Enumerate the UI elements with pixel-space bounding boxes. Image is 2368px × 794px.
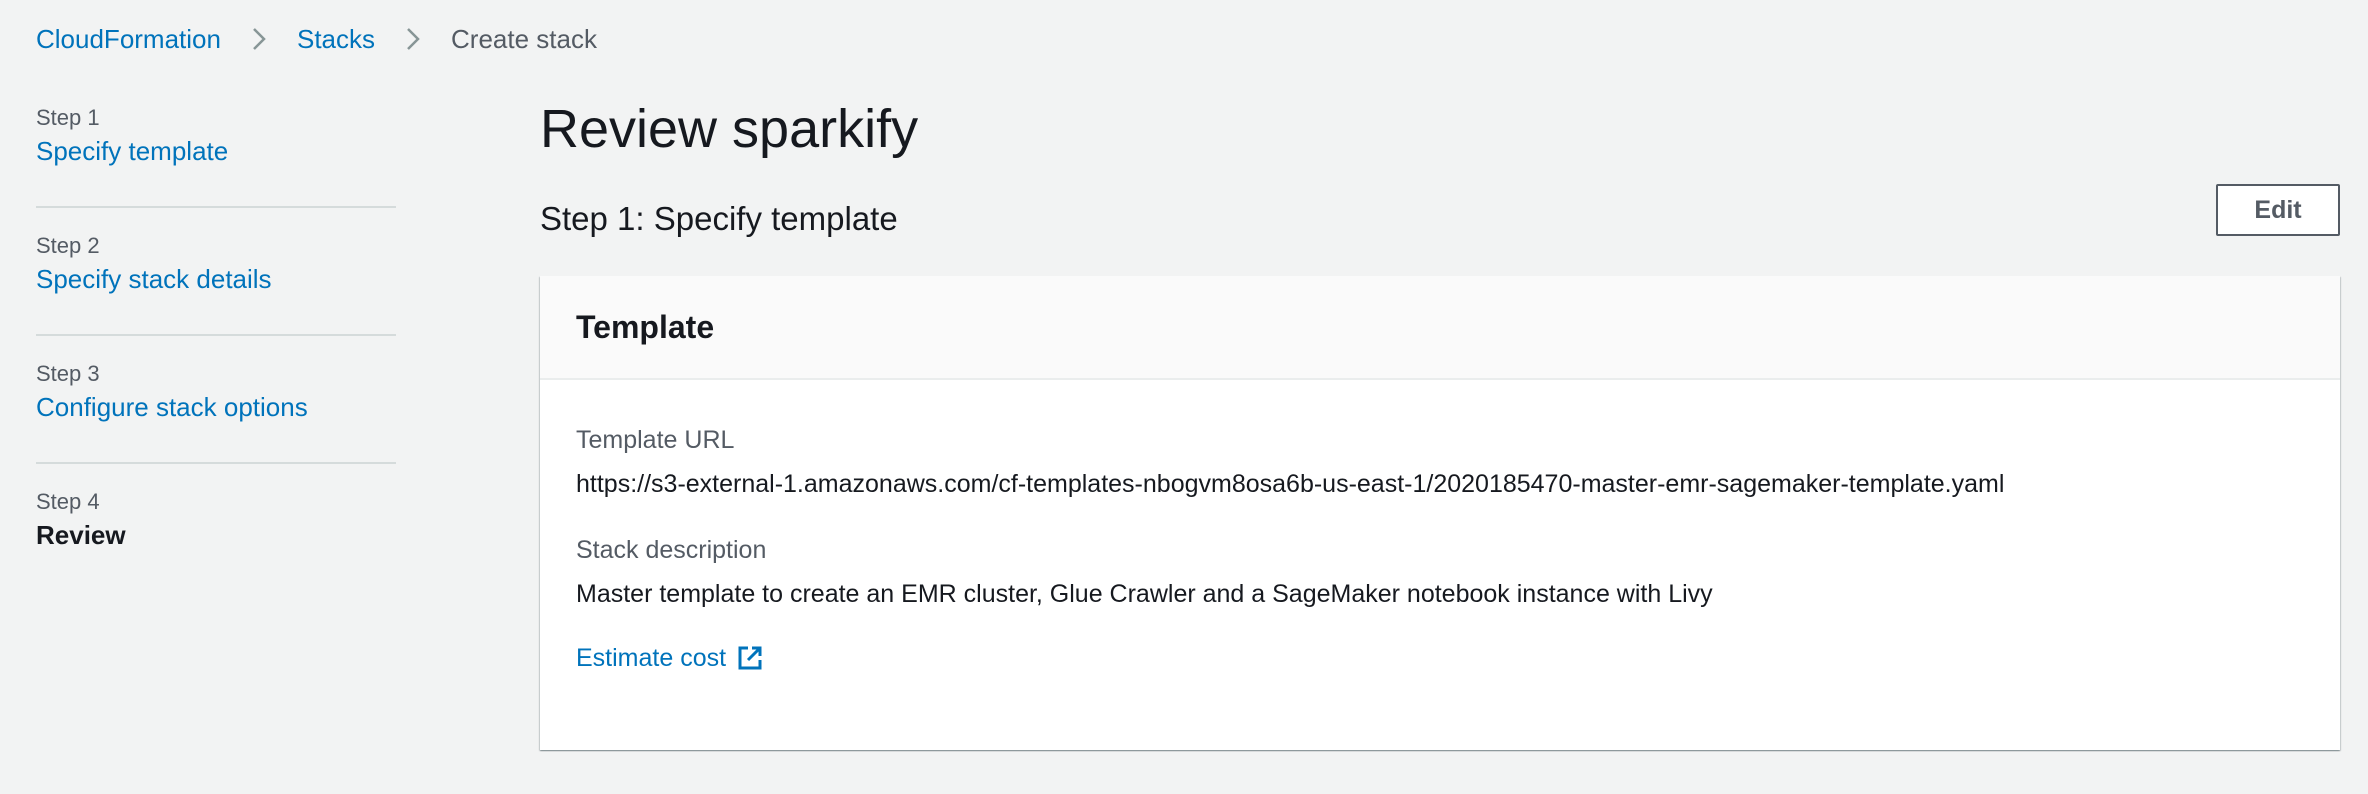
step-link-configure-stack-options[interactable]: Configure stack options [36, 390, 396, 424]
breadcrumb-current: Create stack [451, 24, 597, 54]
edit-button[interactable]: Edit [2216, 184, 2340, 236]
template-url-label: Template URL [576, 426, 735, 454]
step-link-specify-stack-details[interactable]: Specify stack details [36, 262, 396, 296]
chevron-right-icon [241, 22, 277, 56]
section-title: Step 1: Specify template [540, 200, 898, 237]
estimate-cost-label: Estimate cost [576, 644, 727, 672]
step-number: Step 4 [36, 489, 100, 514]
container-title: Template [576, 308, 715, 345]
wizard-step-2: Step 2 Specify stack details [36, 232, 396, 336]
step-current-review: Review [36, 520, 126, 550]
step-number: Step 3 [36, 361, 100, 386]
breadcrumb: CloudFormation Stacks Create stack [36, 22, 597, 56]
template-container: Template Template URL https://s3-externa… [540, 276, 2340, 750]
stack-description-value: Master template to create an EMR cluster… [576, 580, 1713, 608]
wizard-step-3: Step 3 Configure stack options [36, 360, 396, 464]
wizard-step-4: Step 4 Review [36, 488, 396, 590]
estimate-cost-link[interactable]: Estimate cost [576, 642, 764, 674]
chevron-right-icon [395, 22, 431, 56]
step-link-specify-template[interactable]: Specify template [36, 134, 396, 168]
wizard-steps: Step 1 Specify template Step 2 Specify s… [36, 104, 396, 614]
stack-description-field: Stack description Master template to cre… [576, 534, 2304, 610]
container-header: Template [540, 276, 2340, 380]
stack-description-label: Stack description [576, 536, 767, 564]
external-link-icon [736, 644, 764, 672]
template-url-field: Template URL https://s3-external-1.amazo… [576, 424, 2304, 500]
step-number: Step 1 [36, 105, 100, 130]
page: CloudFormation Stacks Create stack Step … [0, 0, 2368, 794]
template-url-value: https://s3-external-1.amazonaws.com/cf-t… [576, 470, 2005, 498]
breadcrumb-stacks[interactable]: Stacks [297, 22, 375, 56]
wizard-step-1: Step 1 Specify template [36, 104, 396, 208]
breadcrumb-cloudformation[interactable]: CloudFormation [36, 22, 221, 56]
step-number: Step 2 [36, 233, 100, 258]
container-body: Template URL https://s3-external-1.amazo… [540, 380, 2340, 674]
page-title: Review sparkify [540, 99, 919, 159]
